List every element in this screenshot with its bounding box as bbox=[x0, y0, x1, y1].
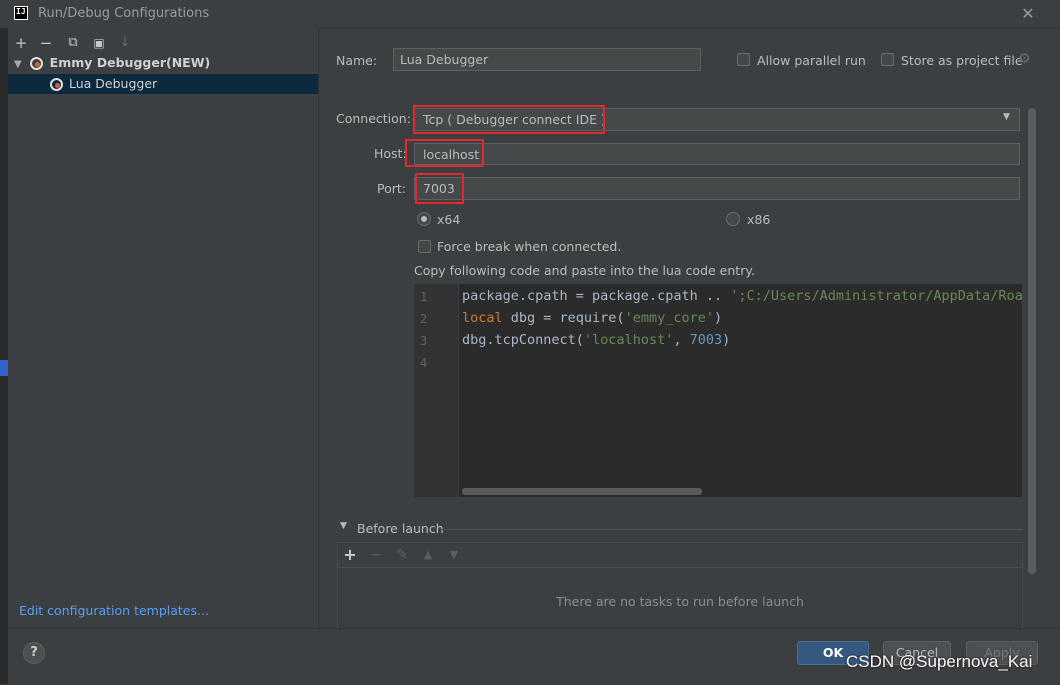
force-break-label: Force break when connected. bbox=[437, 239, 622, 254]
copy-code-hint: Copy following code and paste into the l… bbox=[414, 263, 755, 278]
code-text: package.cpath = package.cpath .. bbox=[462, 288, 731, 304]
form-vertical-scrollbar[interactable] bbox=[1028, 108, 1036, 574]
code-text: ) bbox=[722, 332, 731, 348]
remove-configuration-button[interactable]: − bbox=[37, 34, 55, 52]
help-button[interactable]: ? bbox=[23, 642, 45, 664]
chevron-down-icon[interactable]: ▼ bbox=[14, 59, 22, 70]
code-number: 7003 bbox=[689, 332, 723, 348]
tree-item-lua-debugger[interactable]: Lua Debugger bbox=[8, 74, 318, 94]
name-field[interactable] bbox=[393, 48, 701, 71]
code-line-3: dbg.tcpConnect('localhost', 7003) bbox=[462, 332, 730, 348]
code-string: ';C:/Users/Administrator/AppData/Roam bbox=[730, 288, 1022, 304]
port-field[interactable] bbox=[414, 177, 1020, 200]
edit-task-icon[interactable]: ✎ bbox=[393, 546, 411, 564]
highlight-box-connection bbox=[413, 105, 605, 134]
configuration-tree-panel: + − ⧉ ▣ ↓ ▼ Emmy Debugger(NEW) Lua Debug… bbox=[8, 28, 319, 628]
intellij-app-icon: IJ bbox=[14, 6, 28, 20]
line-number: 2 bbox=[420, 312, 428, 326]
code-keyword: local bbox=[462, 310, 503, 326]
move-down-icon[interactable]: ▼ bbox=[445, 546, 463, 564]
store-as-project-file-label: Store as project file bbox=[901, 53, 1023, 68]
x64-radio[interactable] bbox=[417, 212, 431, 226]
chevron-down-icon[interactable]: ▼ bbox=[340, 521, 347, 531]
code-text: ) bbox=[713, 310, 723, 326]
move-to-folder-button[interactable]: ▣ bbox=[90, 34, 108, 52]
tree-group-label: Emmy Debugger(NEW) bbox=[49, 55, 211, 70]
copy-configuration-button[interactable]: ⧉ bbox=[64, 34, 82, 52]
tree-item-label: Lua Debugger bbox=[68, 76, 158, 91]
port-label: Port: bbox=[377, 181, 406, 196]
allow-parallel-run-label: Allow parallel run bbox=[757, 53, 866, 68]
chevron-down-icon[interactable]: ▼ bbox=[1003, 112, 1010, 122]
background-window-strip bbox=[0, 28, 8, 684]
tree-group-emmy-debugger[interactable]: ▼ Emmy Debugger(NEW) bbox=[8, 53, 318, 73]
x86-label: x86 bbox=[747, 212, 771, 227]
code-text: dbg = require( bbox=[502, 310, 625, 326]
add-configuration-button[interactable]: + bbox=[12, 34, 30, 52]
before-launch-divider bbox=[440, 529, 1023, 530]
remove-task-icon[interactable]: − bbox=[367, 546, 385, 564]
code-line-1: package.cpath = package.cpath .. ';C:/Us… bbox=[462, 288, 1022, 304]
line-number: 3 bbox=[420, 334, 428, 348]
host-field[interactable] bbox=[414, 143, 1020, 165]
code-string: 'localhost' bbox=[583, 332, 674, 348]
background-selection-marker bbox=[0, 360, 8, 376]
move-up-icon[interactable]: ▲ bbox=[419, 546, 437, 564]
force-break-checkbox[interactable] bbox=[418, 240, 431, 253]
x86-radio[interactable] bbox=[726, 212, 740, 226]
edit-configuration-templates-link[interactable]: Edit configuration templates... bbox=[19, 603, 209, 618]
code-line-2: local dbg = require('emmy_core') bbox=[462, 310, 722, 326]
no-tasks-text: There are no tasks to run before launch bbox=[556, 594, 804, 609]
emmy-debugger-icon bbox=[29, 57, 43, 70]
lua-code-editor[interactable]: 1 2 3 4 package.cpath = package.cpath ..… bbox=[414, 284, 1022, 497]
allow-parallel-run-checkbox[interactable] bbox=[737, 53, 750, 66]
sort-configurations-button[interactable]: ↓ bbox=[116, 34, 134, 52]
line-number: 4 bbox=[420, 356, 428, 370]
before-launch-title[interactable]: Before launch bbox=[357, 521, 444, 536]
csdn-watermark: CSDN @Supernova_Kai bbox=[846, 652, 1033, 671]
add-task-icon[interactable]: + bbox=[341, 546, 359, 564]
window-title: Run/Debug Configurations bbox=[38, 6, 210, 21]
close-icon[interactable]: ✕ bbox=[1020, 4, 1036, 23]
code-string: 'emmy_core' bbox=[624, 310, 714, 326]
code-text: , bbox=[673, 332, 690, 348]
gear-icon[interactable]: ⚙ bbox=[1018, 51, 1031, 67]
code-text: dbg.tcpConnect( bbox=[462, 332, 584, 348]
lua-debugger-icon bbox=[50, 78, 63, 91]
host-label: Host: bbox=[374, 146, 407, 161]
store-as-project-file-checkbox[interactable] bbox=[881, 53, 894, 66]
editor-horizontal-scrollbar[interactable] bbox=[462, 488, 702, 495]
x64-label: x64 bbox=[437, 212, 461, 227]
line-number: 1 bbox=[420, 290, 428, 304]
connection-label: Connection: bbox=[336, 111, 411, 126]
before-launch-toolbar bbox=[338, 543, 1022, 568]
highlight-box-port bbox=[415, 173, 464, 204]
highlight-box-host bbox=[405, 139, 484, 167]
name-label: Name: bbox=[336, 53, 378, 68]
